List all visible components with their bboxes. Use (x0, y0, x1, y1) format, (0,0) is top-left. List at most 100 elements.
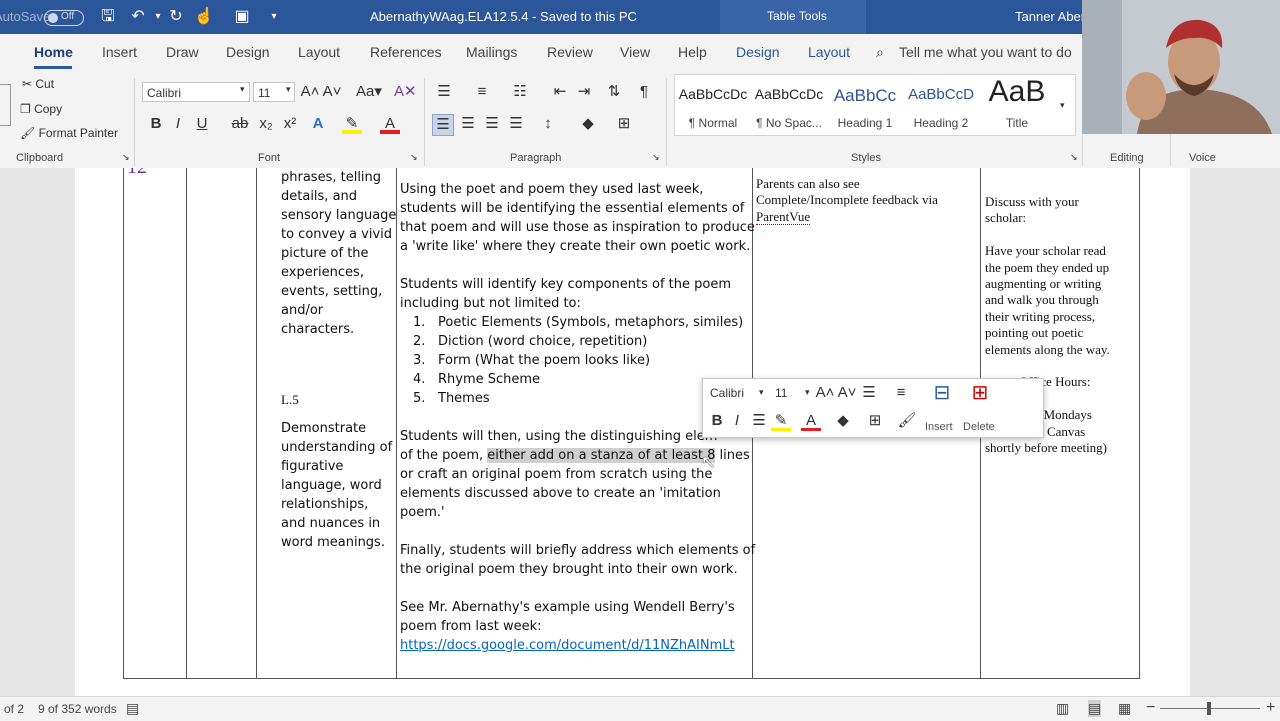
increase-indent-icon[interactable]: ⇥ (574, 82, 594, 102)
font-launcher-icon[interactable]: ↘ (410, 152, 418, 163)
change-case-icon[interactable]: Aa▾ (356, 82, 382, 102)
selected-text[interactable]: either add on a stanza of at least 8 (487, 448, 716, 463)
mini-format-painter-icon[interactable]: 🖌 (897, 411, 917, 431)
undo-dropdown-icon[interactable]: ▾ (148, 7, 168, 27)
clear-formatting-icon[interactable]: A✕ (394, 82, 417, 102)
sort-icon[interactable]: ⇅ (604, 82, 624, 102)
shading-icon[interactable]: ◆ (578, 114, 598, 134)
mini-grow-font-icon[interactable]: A˄ (815, 383, 835, 403)
tab-draw[interactable]: Draw (166, 44, 199, 60)
tab-references[interactable]: References (370, 44, 442, 60)
copy-button[interactable]: ❐ Copy (20, 102, 62, 116)
font-name-box[interactable]: Calibri (142, 82, 250, 102)
paste-icon[interactable] (0, 84, 11, 126)
insert-button[interactable]: Insert (925, 421, 953, 433)
tab-review[interactable]: Review (547, 44, 593, 60)
web-layout-icon[interactable]: ▦ (1118, 700, 1131, 717)
document-area[interactable]: 12 phrases, telling details, and sensory… (0, 168, 1280, 696)
mini-bullets-icon[interactable]: ☰ (859, 383, 879, 403)
decrease-indent-icon[interactable]: ⇤ (550, 82, 570, 102)
mini-font-dropdown-icon[interactable]: ▾ (759, 387, 764, 398)
bold-icon[interactable]: B (146, 114, 166, 134)
mini-size-dropdown-icon[interactable]: ▾ (805, 387, 810, 398)
read-mode-icon[interactable]: ▥ (1056, 700, 1069, 717)
zoom-slider-thumb[interactable] (1207, 702, 1211, 715)
align-left-icon[interactable]: ☰ (432, 114, 454, 136)
tab-insert[interactable]: Insert (102, 44, 137, 60)
style-heading-1[interactable]: AaBbCc Heading 1 (828, 86, 902, 130)
touch-mode-icon[interactable]: ☝ (194, 7, 214, 27)
justify-icon[interactable]: ☰ (506, 114, 526, 134)
mini-highlight-icon[interactable]: ✎ (771, 411, 791, 431)
tab-help[interactable]: Help (678, 44, 707, 60)
tab-table-design[interactable]: Design (736, 44, 780, 60)
style-title[interactable]: AaB Title (980, 74, 1054, 130)
align-right-icon[interactable]: ☰ (482, 114, 502, 134)
autosave-label: AutoSave (0, 9, 51, 24)
zoom-in-icon[interactable]: + (1266, 699, 1275, 717)
redo-icon[interactable]: ↻ (166, 7, 186, 27)
mini-font-color-icon[interactable]: A (801, 411, 821, 431)
webcam-overlay (1082, 0, 1280, 134)
font-color-icon[interactable]: A (380, 114, 400, 134)
styles-more-icon[interactable]: ▾ (1060, 100, 1065, 111)
mini-center-icon[interactable]: ☰ (749, 411, 769, 431)
tab-table-layout[interactable]: Layout (808, 44, 850, 60)
mini-toolbar: Calibri ▾ 11 ▾ A˄ A˅ ☰ ≡ B I ☰ ✎ A ◆ ⊞ 🖌… (702, 378, 1044, 438)
insert-table-icon[interactable]: ⊟ (929, 383, 955, 403)
screenshot-icon[interactable]: ▣ (232, 7, 252, 27)
customize-qat-icon[interactable]: ▾ (264, 7, 284, 27)
subscript-icon[interactable]: x₂ (256, 114, 276, 134)
delete-table-icon[interactable]: ⊞ (967, 383, 993, 403)
undo-icon[interactable]: ↶ (128, 7, 148, 27)
word-count[interactable]: 9 of 352 words (38, 702, 117, 716)
superscript-icon[interactable]: x² (280, 114, 300, 134)
page-count[interactable]: of 2 (4, 702, 24, 716)
mini-italic-icon[interactable]: I (727, 411, 747, 431)
highlight-icon[interactable]: ✎ (342, 114, 362, 134)
shrink-font-icon[interactable]: A˅ (322, 82, 342, 102)
style-no-spacing[interactable]: AaBbCcDc ¶ No Spac... (752, 86, 826, 130)
format-painter-button[interactable]: 🖌 Format Painter (20, 126, 118, 140)
mini-shading-icon[interactable]: ◆ (833, 411, 853, 431)
italic-icon[interactable]: I (168, 114, 188, 134)
multilevel-list-icon[interactable]: ☷ (510, 82, 530, 102)
font-name-dropdown-icon[interactable]: ▾ (240, 84, 245, 95)
bullets-icon[interactable]: ☰ (434, 82, 454, 102)
styles-launcher-icon[interactable]: ↘ (1070, 152, 1078, 163)
zoom-out-icon[interactable]: − (1146, 699, 1155, 717)
cut-button[interactable]: ✂ Cut (22, 77, 54, 91)
proofing-icon[interactable]: ▤ (126, 700, 139, 717)
autosave-toggle[interactable]: Off (44, 10, 84, 26)
style-normal[interactable]: AaBbCcDc ¶ Normal (676, 86, 750, 130)
mini-numbering-icon[interactable]: ≡ (891, 383, 911, 403)
underline-icon[interactable]: U (192, 114, 212, 134)
borders-icon[interactable]: ⊞ (614, 114, 634, 134)
clipboard-launcher-icon[interactable]: ↘ (122, 152, 130, 163)
voice-group-label: Voice (1189, 152, 1216, 164)
numbering-icon[interactable]: ≡ (472, 82, 492, 102)
tab-mailings[interactable]: Mailings (466, 44, 517, 60)
save-icon[interactable]: 🖫 (98, 7, 118, 27)
style-heading-2[interactable]: AaBbCcD Heading 2 (904, 86, 978, 130)
mini-borders-icon[interactable]: ⊞ (865, 411, 885, 431)
paragraph-launcher-icon[interactable]: ↘ (652, 152, 660, 163)
grow-font-icon[interactable]: A˄ (300, 82, 320, 102)
tab-home[interactable]: Home (34, 44, 73, 60)
mini-bold-icon[interactable]: B (707, 411, 727, 431)
strikethrough-icon[interactable]: ab (230, 114, 250, 134)
delete-button[interactable]: Delete (963, 421, 995, 433)
tell-me-search[interactable]: Tell me what you want to do (899, 44, 1072, 60)
text-effects-icon[interactable]: A (308, 114, 328, 134)
align-center-icon[interactable]: ☰ (458, 114, 478, 134)
print-layout-icon[interactable]: ▤ (1088, 700, 1102, 717)
user-name[interactable]: Tanner Aber (1015, 9, 1085, 24)
line-spacing-icon[interactable]: ↕ (538, 114, 558, 134)
tab-view[interactable]: View (620, 44, 650, 60)
tab-design[interactable]: Design (226, 44, 270, 60)
example-link[interactable]: https://docs.google.com/document/d/11NZh… (400, 638, 735, 653)
font-size-dropdown-icon[interactable]: ▾ (286, 84, 291, 95)
show-marks-icon[interactable]: ¶ (634, 82, 654, 102)
tab-layout[interactable]: Layout (298, 44, 340, 60)
mini-shrink-font-icon[interactable]: A˅ (837, 383, 857, 403)
